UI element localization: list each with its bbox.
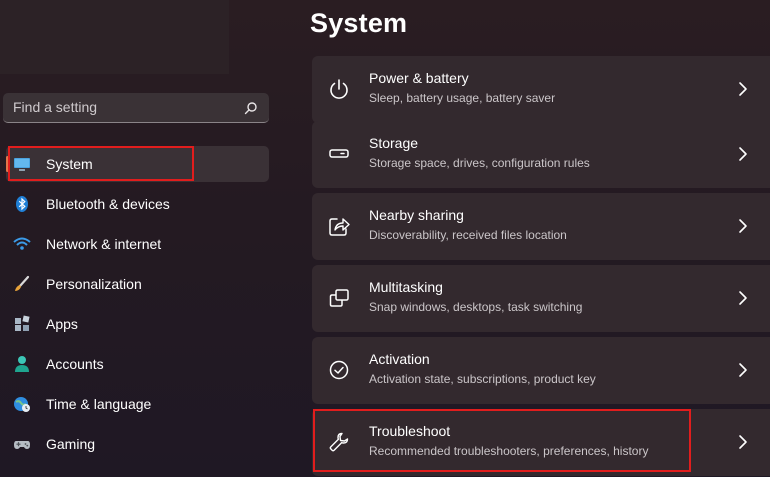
monitor-icon [14, 158, 30, 171]
card-title: Troubleshoot [369, 423, 451, 439]
sidebar-item-label: Time & language [46, 396, 152, 412]
chevron-right-icon [739, 363, 747, 377]
card-title: Activation [369, 351, 430, 367]
multitasking-icon [329, 289, 349, 307]
brush-icon [15, 275, 30, 291]
sidebar-item-label: Accounts [46, 356, 104, 372]
chevron-right-icon [739, 147, 747, 161]
sidebar-item-network[interactable]: Network & internet [6, 226, 269, 262]
sidebar-item-label: Bluetooth & devices [46, 196, 170, 212]
sidebar-item-personalization[interactable]: Personalization [6, 266, 269, 302]
card-title: Power & battery [369, 70, 469, 86]
card-subtitle: Recommended troubleshooters, preferences… [369, 444, 649, 458]
chevron-right-icon [739, 291, 747, 305]
account-profile-area [0, 0, 229, 74]
card-title: Storage [369, 135, 419, 151]
sidebar-item-gaming[interactable]: Gaming [6, 426, 269, 462]
sidebar-item-label: System [46, 156, 93, 172]
settings-card-nearby-sharing[interactable]: Nearby sharing Discoverability, received… [312, 193, 770, 260]
globe-clock-icon [14, 397, 30, 412]
card-subtitle: Storage space, drives, configuration rul… [369, 156, 590, 170]
card-subtitle: Snap windows, desktops, task switching [369, 300, 583, 314]
settings-card-activation[interactable]: Activation Activation state, subscriptio… [312, 337, 770, 404]
storage-drive-icon [329, 149, 349, 158]
bluetooth-icon [16, 196, 28, 212]
sidebar-item-accounts[interactable]: Accounts [6, 346, 269, 382]
sidebar-item-label: Apps [46, 316, 78, 332]
card-subtitle: Discoverability, received files location [369, 228, 567, 242]
power-icon [330, 79, 348, 99]
share-icon [329, 218, 350, 236]
settings-card-power-battery[interactable]: Power & battery Sleep, battery usage, ba… [312, 56, 770, 123]
chevron-right-icon [739, 435, 747, 449]
person-icon [15, 356, 29, 372]
checkmark-circle-icon [329, 360, 349, 380]
sidebar-item-label: Personalization [46, 276, 142, 292]
sidebar-item-system[interactable]: System [6, 146, 269, 182]
sidebar-item-apps[interactable]: Apps [6, 306, 269, 342]
apps-icon [15, 315, 30, 331]
sidebar-item-label: Network & internet [46, 236, 162, 252]
card-subtitle: Activation state, subscriptions, product… [369, 372, 596, 386]
search-box[interactable]: Find a setting [3, 93, 269, 123]
search-input[interactable]: Find a setting [13, 99, 97, 115]
chevron-right-icon [739, 82, 747, 96]
card-title: Multitasking [369, 279, 443, 295]
wifi-icon [13, 237, 31, 250]
selection-indicator [6, 156, 9, 172]
sidebar-item-label: Gaming [46, 436, 96, 452]
gamepad-icon [14, 441, 30, 449]
chevron-right-icon [739, 219, 747, 233]
page-title: System [310, 8, 408, 38]
settings-card-storage[interactable]: Storage Storage space, drives, configura… [312, 121, 770, 188]
card-subtitle: Sleep, battery usage, battery saver [369, 91, 556, 105]
sidebar-item-time-language[interactable]: Time & language [6, 386, 269, 422]
wrench-icon [329, 432, 349, 452]
sidebar-item-bluetooth[interactable]: Bluetooth & devices [6, 186, 269, 222]
settings-card-troubleshoot[interactable]: Troubleshoot Recommended troubleshooters… [312, 409, 770, 476]
search-icon[interactable] [244, 101, 258, 115]
settings-card-multitasking[interactable]: Multitasking Snap windows, desktops, tas… [312, 265, 770, 332]
card-title: Nearby sharing [369, 207, 464, 223]
